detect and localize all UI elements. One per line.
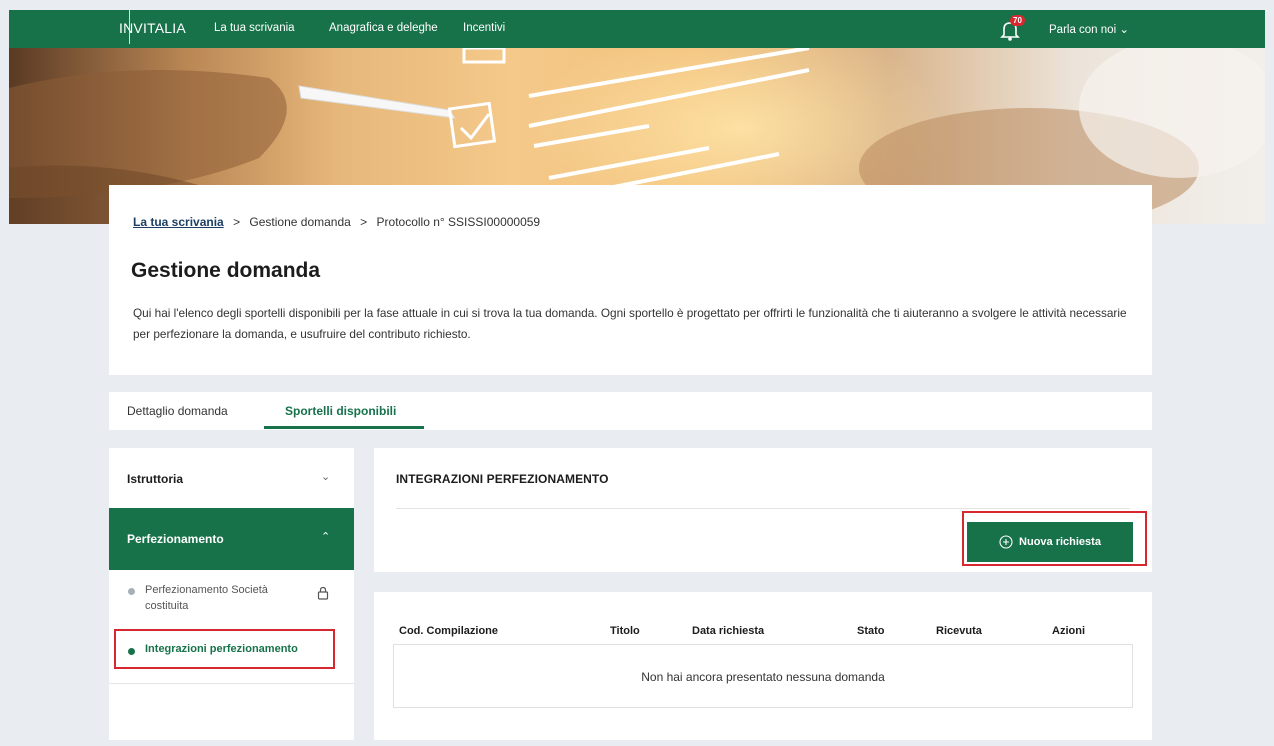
column-header-titolo[interactable]: Titolo: [610, 625, 640, 637]
sidebar-subitem-label: Perfezionamento Società costituita: [145, 584, 268, 612]
section-divider: [396, 508, 1130, 509]
sportelli-sidebar: Istruttoria ⌄ Perfezionamento ⌃ Perfezio…: [109, 448, 354, 740]
breadcrumb-current: Gestione domanda: [249, 215, 351, 229]
tab-sportelli-disponibili[interactable]: Sportelli disponibili: [285, 404, 396, 418]
column-header-data-richiesta[interactable]: Data richiesta: [692, 625, 764, 637]
column-header-stato[interactable]: Stato: [857, 625, 885, 637]
chat-menu[interactable]: Parla con noi ⌄: [1049, 22, 1129, 36]
nav-link-scrivania[interactable]: La tua scrivania: [214, 22, 295, 34]
section-title: INTEGRAZIONI PERFEZIONAMENTO: [396, 472, 609, 486]
empty-table-body: Non hai ancora presentato nessuna domand…: [393, 644, 1133, 708]
sidebar-subitem-perfezionamento-societa[interactable]: Perfezionamento Società costituita: [109, 580, 354, 630]
breadcrumb-separator: >: [360, 215, 368, 229]
chevron-up-icon: ⌃: [321, 531, 331, 543]
page-header-card: La tua scrivania > Gestione domanda > Pr…: [109, 185, 1152, 375]
lock-icon: [317, 586, 329, 603]
notification-count-badge: 70: [1010, 15, 1025, 26]
chevron-down-icon: ⌄: [321, 471, 331, 483]
highlight-box-integrazioni: [114, 629, 335, 669]
chevron-down-icon: ⌄: [1119, 24, 1129, 36]
sidebar-item-label: Perfezionamento: [127, 532, 224, 546]
column-header-azioni[interactable]: Azioni: [1052, 625, 1085, 637]
top-navigation-bar: INVITALIA La tua scrivania Anagrafica e …: [9, 10, 1265, 48]
nav-link-anagrafica[interactable]: Anagrafica e deleghe: [329, 22, 438, 34]
breadcrumb-protocol: Protocollo n° SSISSI00000059: [376, 215, 541, 229]
breadcrumb-home-link[interactable]: La tua scrivania: [133, 215, 224, 229]
page-description: Qui hai l'elenco degli sportelli disponi…: [133, 306, 1127, 341]
breadcrumb-separator: >: [233, 215, 241, 229]
breadcrumb: La tua scrivania > Gestione domanda > Pr…: [133, 215, 540, 229]
sidebar-item-label: Istruttoria: [127, 472, 184, 486]
column-header-ricevuta[interactable]: Ricevuta: [936, 625, 982, 637]
tab-dettaglio-domanda[interactable]: Dettaglio domanda: [127, 404, 228, 418]
highlight-box-nuova-richiesta: [962, 511, 1147, 566]
sidebar-item-perfezionamento[interactable]: Perfezionamento ⌃: [109, 508, 354, 570]
chat-label: Parla con noi: [1049, 24, 1117, 36]
empty-state-message: Non hai ancora presentato nessuna domand…: [641, 670, 885, 684]
richieste-table-card: Cod. Compilazione Titolo Data richiesta …: [374, 592, 1152, 740]
invitalia-logo[interactable]: INVITALIA: [119, 20, 186, 36]
nav-link-incentivi[interactable]: Incentivi: [463, 22, 505, 34]
column-header-cod-compilazione[interactable]: Cod. Compilazione: [399, 625, 498, 637]
tabs-bar: Dettaglio domanda Sportelli disponibili: [109, 392, 1152, 430]
sidebar-item-istruttoria[interactable]: Istruttoria ⌄: [109, 448, 354, 508]
page-title: Gestione domanda: [131, 259, 321, 282]
active-tab-indicator: [264, 426, 424, 429]
status-dot: [128, 588, 135, 595]
